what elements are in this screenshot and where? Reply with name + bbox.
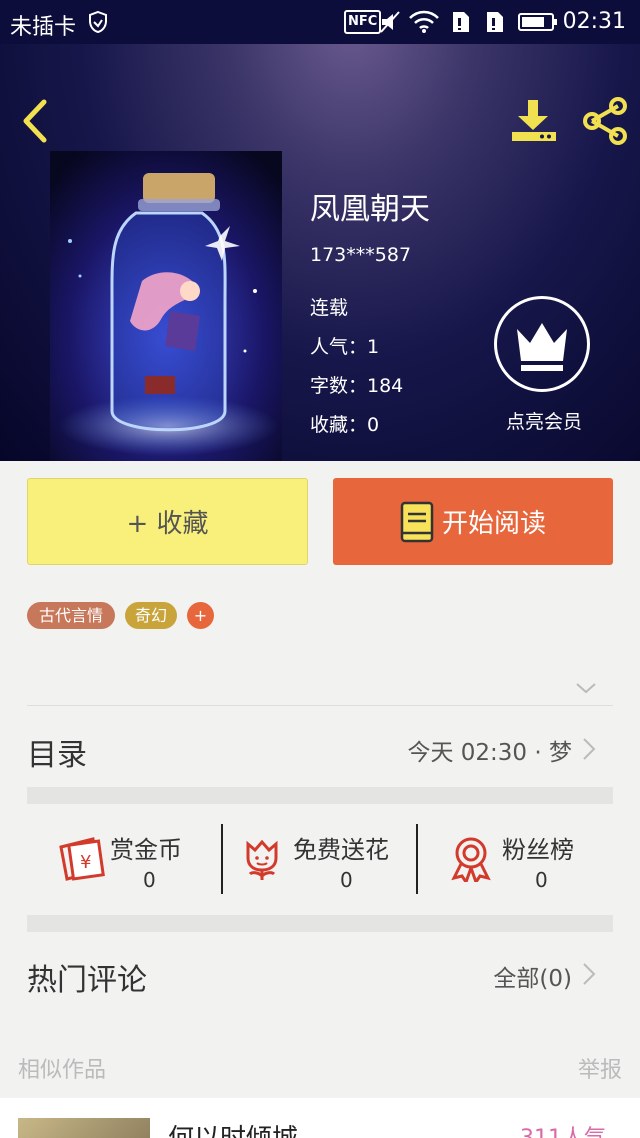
free-flowers-value: 0: [340, 868, 353, 892]
sim-card-icon: [453, 12, 469, 32]
section-separator: [27, 915, 613, 932]
favorite-button-label: + 收藏: [126, 509, 209, 539]
free-flowers-label: 免费送花: [293, 836, 389, 864]
award-ribbon-icon: [451, 837, 491, 882]
similar-book-cover: [18, 1118, 150, 1138]
divider: [221, 824, 223, 894]
similar-works-label: 相似作品: [18, 1058, 107, 1083]
nfc-icon: NFC: [344, 10, 382, 34]
back-arrow-icon[interactable]: [16, 98, 56, 144]
sim-card-icon: [487, 12, 503, 32]
chevron-down-icon[interactable]: [574, 680, 598, 696]
download-icon[interactable]: [508, 98, 560, 144]
similar-book-title: 何以时倾城: [168, 1118, 298, 1138]
flower-icon: [246, 839, 278, 880]
divider: [416, 824, 418, 894]
book-icon: [400, 501, 434, 542]
battery-icon: [518, 13, 557, 31]
section-separator: [27, 787, 613, 804]
favorite-button[interactable]: + 收藏: [27, 478, 308, 565]
similar-book-popularity: 311人气: [520, 1120, 606, 1138]
fan-ranking-label: 粉丝榜: [502, 836, 574, 864]
tag-ancient-romance[interactable]: 古代言情: [27, 602, 115, 629]
reward-coins-label: 赏金币: [110, 836, 182, 864]
book-cover-image[interactable]: [50, 151, 282, 461]
start-reading-button[interactable]: 开始阅读: [333, 478, 613, 565]
share-icon[interactable]: [580, 96, 630, 146]
book-favorites: 收藏：0: [310, 414, 380, 436]
chevron-right-icon: [583, 738, 596, 760]
shield-icon: [89, 10, 107, 34]
vip-label[interactable]: 点亮会员: [496, 407, 592, 434]
mute-icon: [380, 11, 400, 33]
crown-icon: [517, 323, 567, 371]
catalog-title: 目录: [27, 738, 87, 773]
book-status: 连载: [310, 297, 349, 319]
red-envelope-icon: ¥: [59, 837, 105, 881]
all-comments-link[interactable]: 全部(0): [493, 959, 572, 993]
fan-ranking-value: 0: [535, 868, 548, 892]
tag-fantasy[interactable]: 奇幻: [125, 602, 177, 629]
latest-chapter: 今天 02:30 · 梦: [407, 740, 572, 766]
book-popularity: 人气：1: [310, 336, 380, 358]
book-word-count: 字数：184: [310, 375, 404, 397]
hot-comments-title: 热门评论: [27, 963, 147, 998]
similar-book-item[interactable]: 何以时倾城 311人气: [0, 1098, 640, 1138]
chevron-right-icon: [583, 963, 596, 985]
clock: 02:31: [562, 9, 626, 34]
report-link[interactable]: 举报: [578, 1052, 622, 1084]
reward-coins-value: 0: [143, 868, 156, 892]
add-tag-button[interactable]: +: [187, 602, 214, 629]
book-author: 173***587: [310, 244, 412, 266]
divider: [27, 705, 613, 706]
book-header: 未插卡 NFC 02:31 凤凰朝天 173***587 连载 人气：1 字数：…: [0, 0, 640, 461]
status-bar: 未插卡 NFC 02:31: [0, 0, 640, 44]
book-title: 凤凰朝天: [310, 192, 430, 227]
wifi-icon: [409, 10, 439, 33]
start-reading-label: 开始阅读: [441, 509, 546, 539]
vip-button[interactable]: [494, 296, 590, 392]
svg-text:¥: ¥: [80, 852, 91, 873]
carrier-label: 未插卡: [10, 15, 77, 40]
